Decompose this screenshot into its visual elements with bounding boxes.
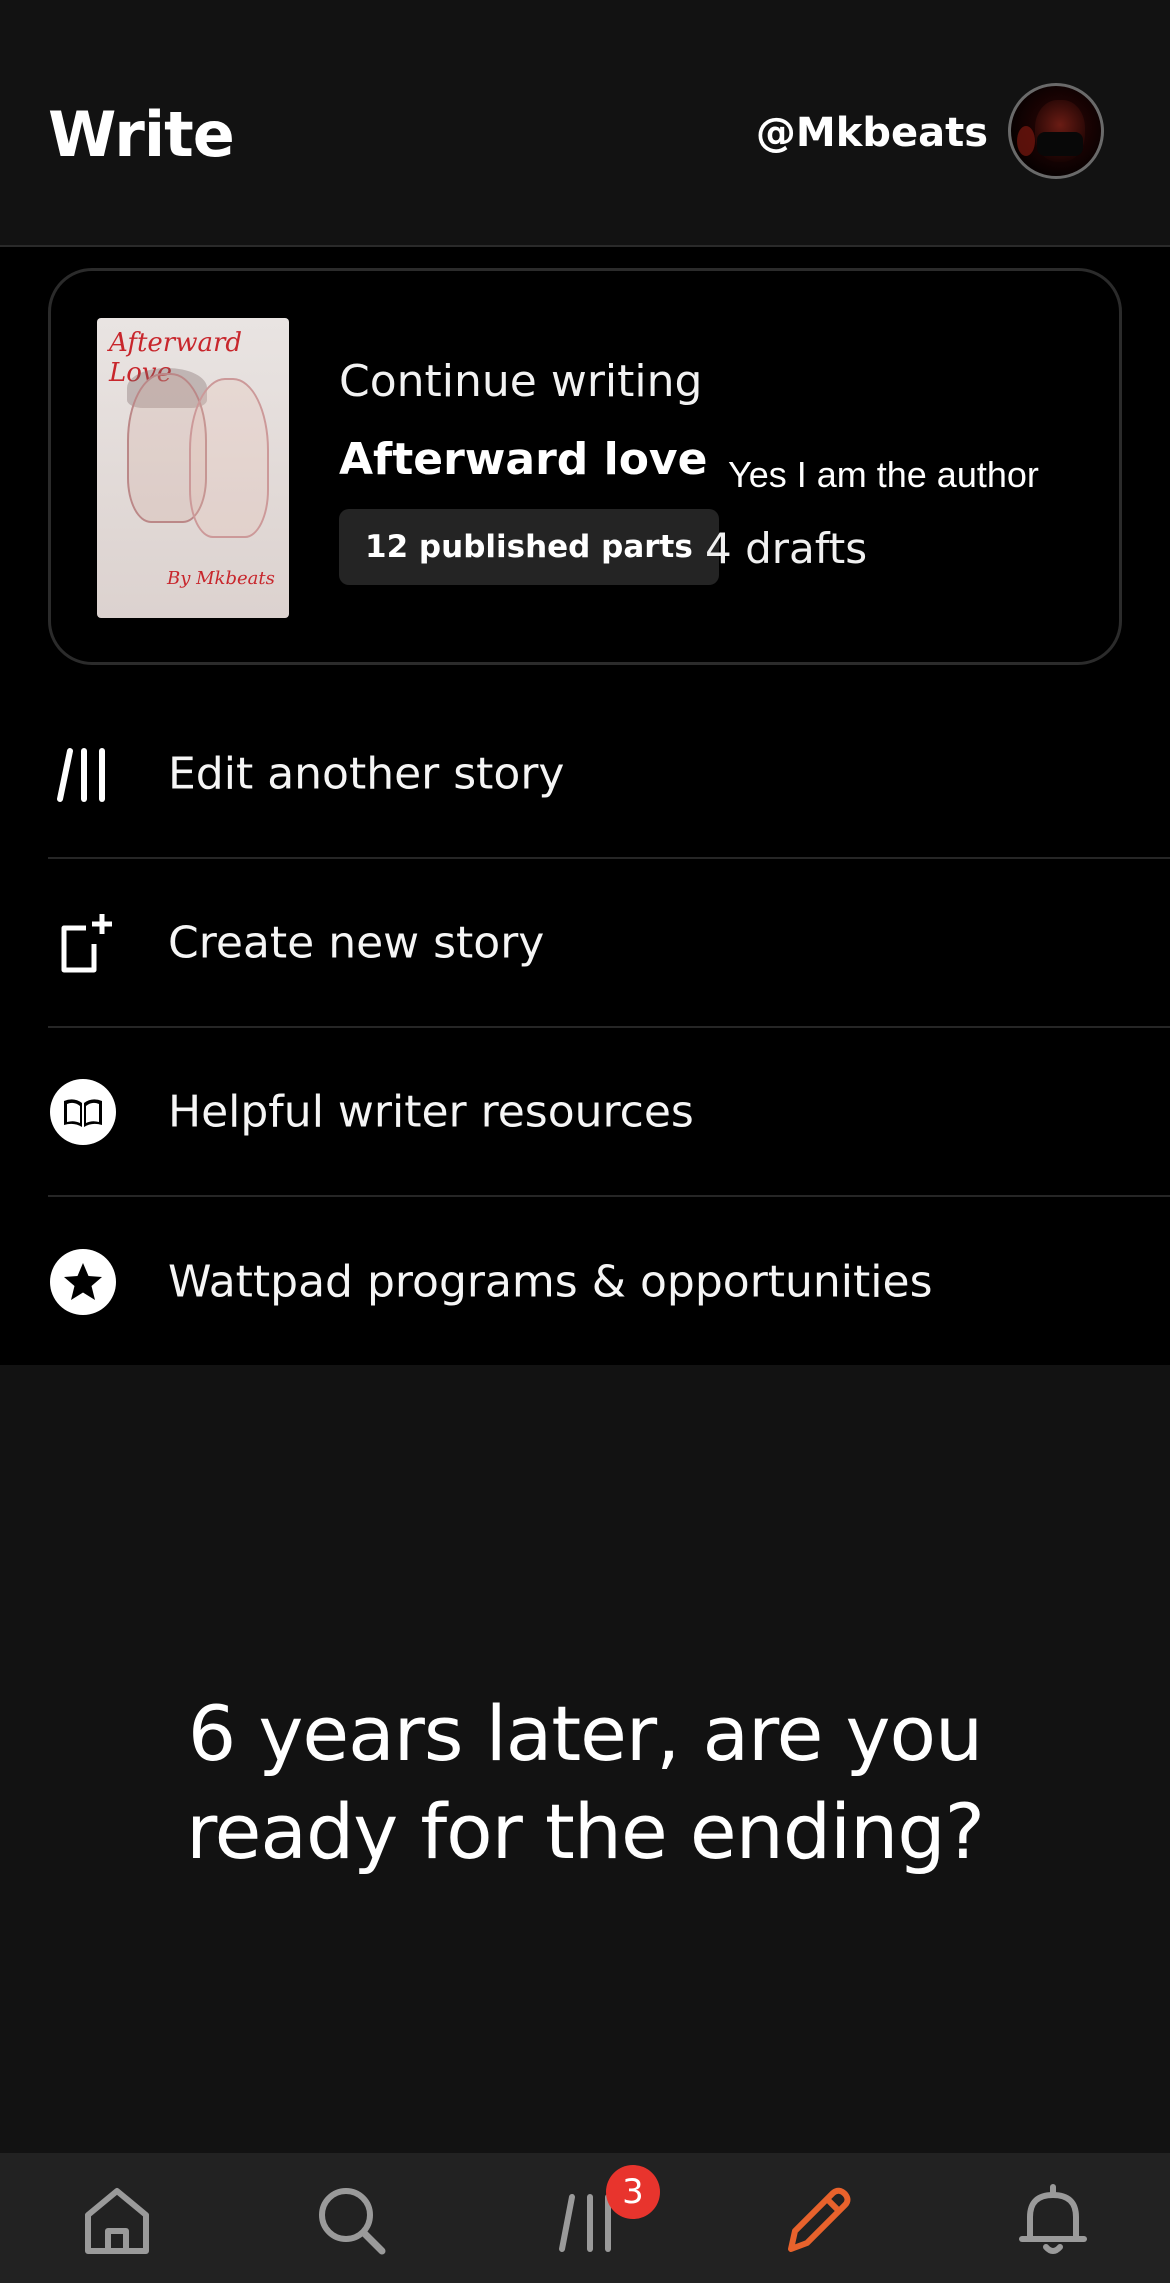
menu-item-label: Create new story (168, 917, 545, 968)
menu-item-label: Helpful writer resources (168, 1086, 694, 1137)
story-title: Afterward love (339, 434, 708, 485)
cover-byline-art: By Mkbeats (167, 568, 275, 589)
avatar[interactable] (1008, 83, 1104, 179)
menu-item-label: Edit another story (168, 748, 565, 799)
new-story-icon (50, 910, 116, 976)
promo-banner[interactable]: 6 years later, are you ready for the end… (0, 1365, 1170, 2153)
write-menu: Edit another story Create new story Help… (0, 690, 1170, 1366)
bottom-navigation (0, 2153, 1170, 2283)
library-notification-badge: 3 (606, 2165, 660, 2219)
menu-item-create-story[interactable]: Create new story (48, 859, 1170, 1028)
username-label[interactable]: @Mkbeats (756, 110, 988, 156)
promo-line-2: ready for the ending? (186, 1787, 985, 1876)
menu-item-writer-resources[interactable]: Helpful writer resources (48, 1028, 1170, 1197)
notifications-icon[interactable] (1008, 2175, 1098, 2265)
story-cover-image[interactable]: Afterward Love By Mkbeats (97, 318, 289, 618)
continue-writing-card[interactable]: Afterward Love By Mkbeats Continue writi… (48, 268, 1122, 665)
page-title: Write (48, 98, 235, 171)
star-icon (50, 1248, 116, 1315)
app-header: Write @Mkbeats (0, 0, 1170, 247)
book-icon (50, 1078, 116, 1145)
home-icon[interactable] (72, 2175, 162, 2265)
promo-line-1: 6 years later, are you (187, 1689, 983, 1778)
menu-item-label: Wattpad programs & opportunities (168, 1256, 933, 1307)
search-icon[interactable] (306, 2175, 396, 2265)
published-parts-badge: 12 published parts (339, 509, 719, 585)
drafts-count: 4 drafts (705, 524, 868, 573)
author-note: Yes I am the author (728, 454, 1039, 495)
library-icon (50, 741, 116, 807)
continue-writing-label: Continue writing (339, 356, 703, 407)
menu-item-wattpad-programs[interactable]: Wattpad programs & opportunities (48, 1197, 1170, 1366)
write-icon[interactable] (773, 2175, 863, 2265)
menu-item-edit-story[interactable]: Edit another story (48, 690, 1170, 859)
promo-headline: 6 years later, are you ready for the end… (0, 1685, 1170, 1881)
